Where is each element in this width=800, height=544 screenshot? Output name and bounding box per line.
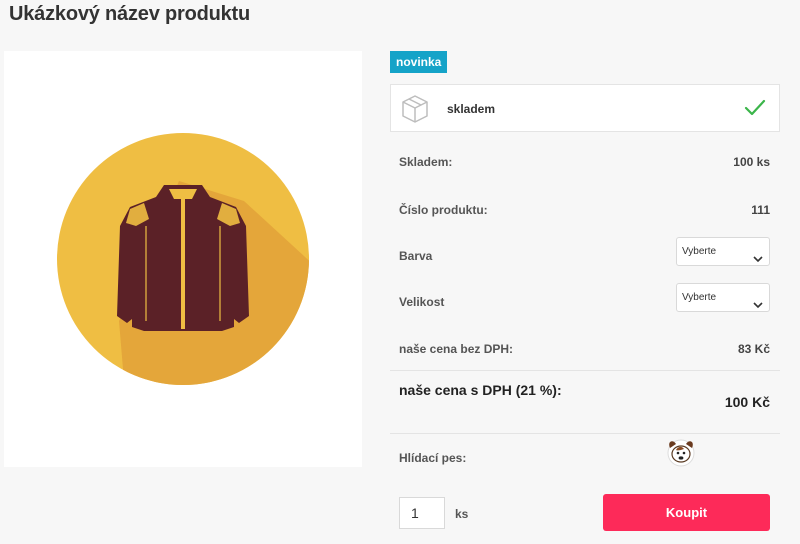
- price-vat-value: 100 Kč: [724, 394, 770, 410]
- product-code-label: Číslo produktu:: [399, 203, 488, 217]
- color-select[interactable]: Vyberte: [676, 237, 770, 266]
- new-flag: novinka: [390, 51, 448, 73]
- color-label: Barva: [399, 249, 433, 263]
- check-icon: [744, 98, 766, 123]
- product-title: Ukázkový název produktu: [9, 3, 251, 25]
- price-no-vat-value: 83 Kč: [737, 342, 770, 356]
- chevron-down-icon: [753, 247, 763, 274]
- price-vat-label: naše cena s DPH (21 %):: [399, 382, 562, 398]
- quantity-input[interactable]: [399, 497, 445, 529]
- price-no-vat-label: naše cena bez DPH:: [399, 342, 514, 356]
- watchdog-label: Hlídací pes:: [399, 451, 467, 465]
- product-code-value: 111: [751, 203, 770, 217]
- stock-row: Skladem: 100 ks: [399, 155, 770, 169]
- size-label: Velikost: [399, 295, 445, 309]
- price-no-vat-row: naše cena bez DPH: 83 Kč: [399, 342, 770, 356]
- divider: [390, 433, 780, 434]
- buy-button[interactable]: Koupit: [603, 494, 770, 531]
- product-image[interactable]: [4, 51, 362, 467]
- size-select[interactable]: Vyberte: [676, 283, 770, 312]
- availability-box: skladem: [390, 84, 780, 132]
- jacket-image: [57, 133, 309, 385]
- watchdog-icon[interactable]: [664, 436, 698, 473]
- availability-label: skladem: [447, 102, 496, 116]
- product-code-row: Číslo produktu: 111: [399, 203, 770, 217]
- divider: [390, 370, 780, 371]
- box-icon: [400, 94, 430, 129]
- size-select-value: Vyberte: [682, 292, 717, 303]
- stock-value: 100 ks: [733, 155, 770, 169]
- quantity-unit: ks: [455, 507, 469, 521]
- chevron-down-icon: [753, 293, 763, 320]
- color-select-value: Vyberte: [682, 246, 717, 257]
- stock-label: Skladem:: [399, 155, 453, 169]
